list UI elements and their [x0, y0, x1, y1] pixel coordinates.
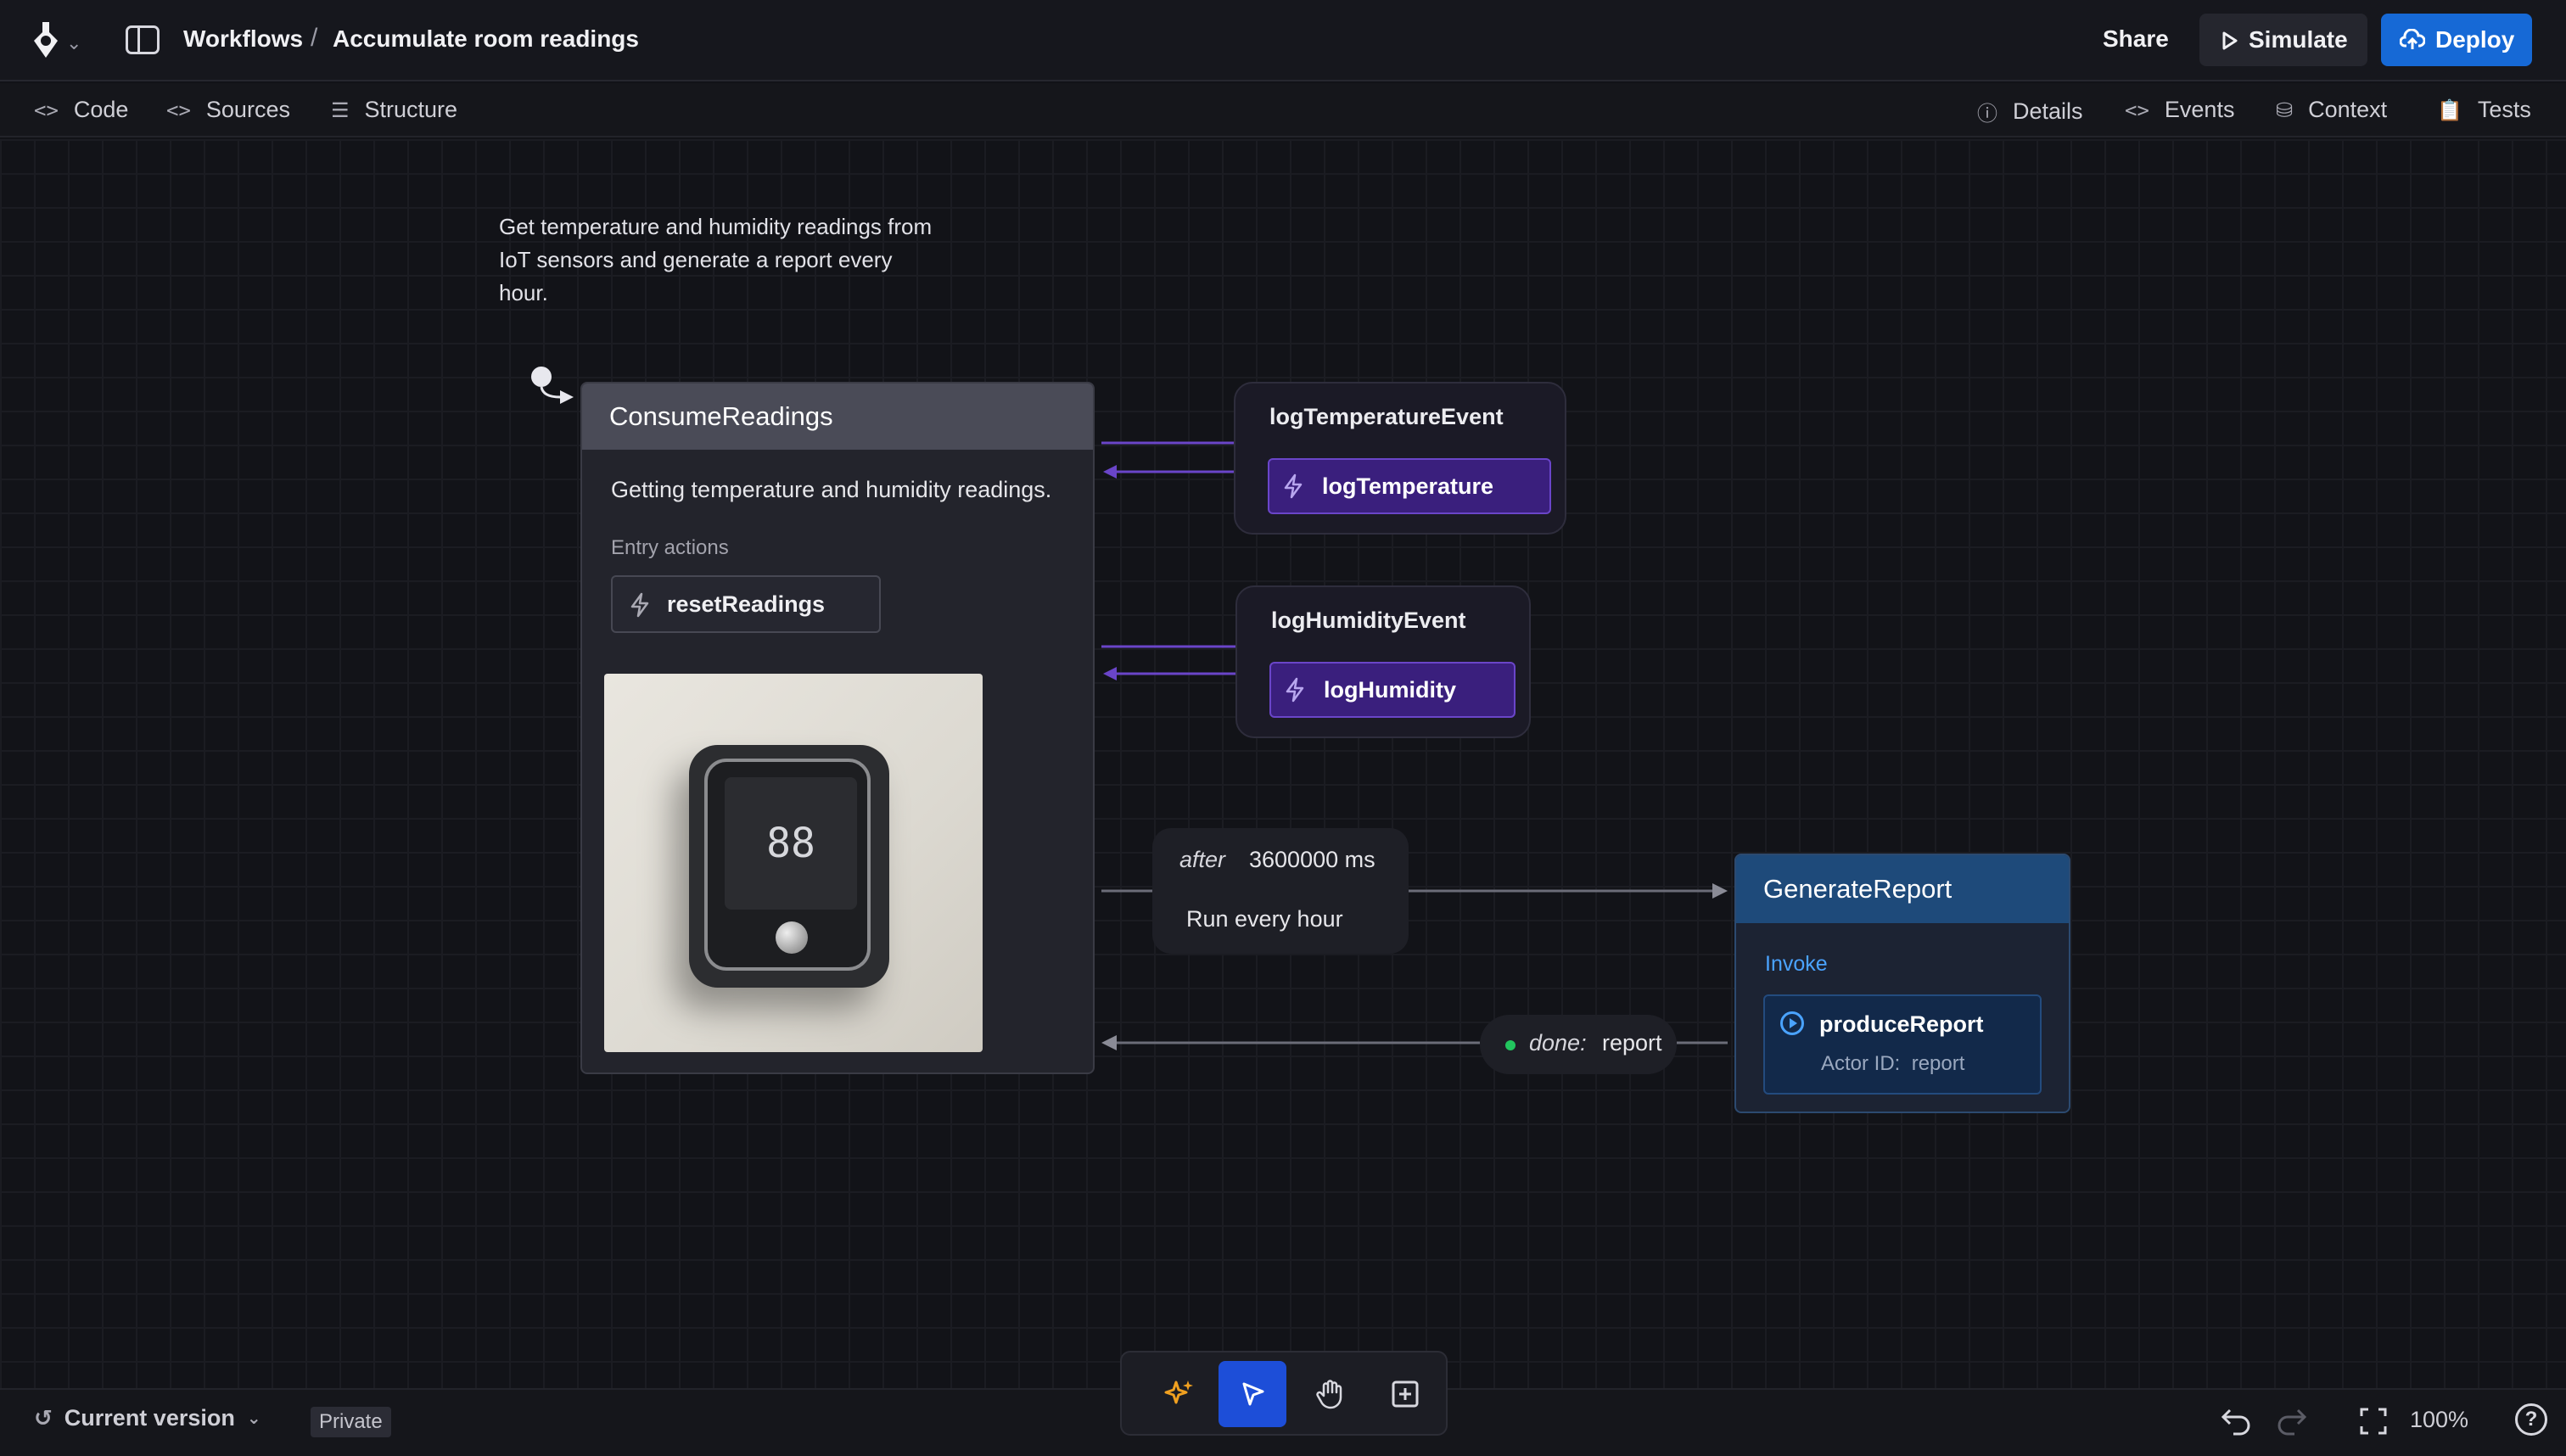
state-description: Getting temperature and humidity reading… [611, 477, 1052, 502]
sparkle-icon [1164, 1380, 1193, 1404]
undo-icon[interactable] [2216, 1405, 2254, 1436]
pan-tool[interactable] [1297, 1361, 1364, 1427]
event-action-label: logHumidity [1324, 676, 1456, 703]
after-delay: 3600000 ms [1249, 847, 1375, 872]
invoke-label: Invoke [1765, 952, 1828, 976]
state-consume-readings[interactable]: ConsumeReadings Getting temperature and … [580, 382, 1095, 1074]
actor-id-label: Actor ID: [1821, 1052, 1901, 1075]
done-keyword: done: [1529, 1030, 1587, 1056]
bolt-icon [1286, 677, 1304, 703]
redo-icon[interactable] [2274, 1405, 2311, 1436]
entry-action-label: resetReadings [667, 591, 826, 617]
actor-id-value: report [1911, 1052, 1965, 1075]
initial-arrowhead [560, 390, 574, 404]
help-icon[interactable]: ? [2515, 1403, 2547, 1436]
thermostat-image: 88 [604, 674, 983, 1052]
event-action-log-temperature[interactable]: logTemperature [1268, 458, 1551, 514]
fit-view-icon[interactable] [2359, 1407, 2388, 1436]
event-log-humidity[interactable]: logHumidityEvent logHumidity [1235, 585, 1531, 738]
visibility-badge: Private [311, 1407, 391, 1437]
add-box-icon [1392, 1380, 1419, 1408]
initial-transition-line [540, 386, 561, 399]
thermostat-device: 88 [689, 745, 889, 988]
done-transition-label[interactable]: done: report [1480, 1015, 1677, 1074]
state-generate-report[interactable]: GenerateReport Invoke produceReport Acto… [1734, 854, 2070, 1113]
state-consume-readings-title[interactable]: ConsumeReadings [582, 384, 1093, 450]
thermostat-knob [776, 921, 808, 954]
initial-state-dot [531, 367, 552, 387]
thermostat-face: 88 [704, 759, 871, 971]
history-icon: ↺ [34, 1405, 53, 1431]
event-action-label: logTemperature [1322, 473, 1494, 499]
after-description: Run every hour [1186, 906, 1343, 932]
add-node-tool[interactable] [1371, 1361, 1439, 1427]
done-arrowhead [1101, 1035, 1117, 1050]
after-keyword: after [1179, 847, 1226, 872]
event-action-log-humidity[interactable]: logHumidity [1269, 662, 1516, 718]
after-transition-label[interactable]: after 3600000 ms Run every hour [1152, 828, 1409, 954]
canvas-toolbar [1120, 1351, 1448, 1436]
version-selector[interactable]: ↺ Current version ⌄ [34, 1405, 261, 1431]
bolt-icon [1284, 473, 1303, 499]
zoom-level[interactable]: 100% [2410, 1407, 2468, 1433]
actor-id: Actor ID: report [1821, 1052, 1964, 1076]
done-value: report [1602, 1030, 1662, 1056]
chevron-down-icon: ⌄ [246, 1409, 261, 1428]
select-tool[interactable] [1219, 1361, 1286, 1427]
humidity-event-arrowhead [1103, 667, 1117, 680]
done-status-dot [1505, 1040, 1516, 1050]
event-log-temperature[interactable]: logTemperatureEvent logTemperature [1234, 382, 1566, 535]
ai-sparkle-tool[interactable] [1146, 1361, 1213, 1427]
actor-name: produceReport [1819, 1011, 1984, 1037]
pointer-icon [1242, 1382, 1264, 1406]
play-circle-icon [1780, 1011, 1804, 1035]
entry-actions-label: Entry actions [611, 536, 729, 559]
event-title: logHumidityEvent [1271, 608, 1466, 633]
entry-action-reset-readings[interactable]: resetReadings [611, 575, 881, 633]
thermostat-display: 88 [725, 777, 857, 910]
event-title: logTemperatureEvent [1269, 404, 1504, 429]
invoked-actor-card[interactable]: produceReport Actor ID: report [1763, 994, 2042, 1095]
hand-icon [1316, 1380, 1342, 1409]
after-arrowhead [1712, 883, 1728, 899]
bolt-icon [630, 592, 649, 618]
state-generate-report-title[interactable]: GenerateReport [1736, 855, 2069, 923]
temp-event-arrowhead [1103, 465, 1117, 479]
version-label: Current version [64, 1405, 235, 1431]
